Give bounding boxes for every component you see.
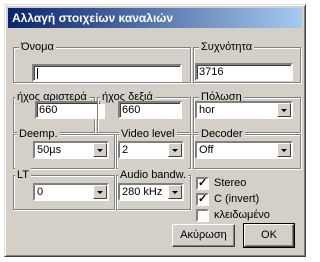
c-invert-checkbox[interactable]: ✓ <box>196 193 209 206</box>
chevron-down-icon <box>172 149 178 152</box>
deemp-select[interactable]: 50µs <box>33 141 109 159</box>
polarization-dropdown-button[interactable] <box>277 103 291 117</box>
chevron-down-icon <box>97 149 103 152</box>
window-title: Αλλαγή στοιχείων καναλιών <box>12 11 174 25</box>
frequency-label: Συχνότητα <box>199 40 255 54</box>
decoder-select[interactable]: Off <box>195 141 293 159</box>
audio-bandw-label: Audio bandw. <box>118 168 189 182</box>
chevron-down-icon <box>281 109 287 112</box>
ok-button[interactable]: OK <box>243 223 295 248</box>
video-level-label: Video level <box>119 127 177 141</box>
deemp-dropdown-button[interactable] <box>93 143 107 157</box>
name-input[interactable] <box>32 64 182 82</box>
lt-value: 0 <box>37 186 44 198</box>
stereo-checkbox[interactable]: ✓ <box>196 177 209 190</box>
decoder-label: Decoder <box>199 127 245 141</box>
decoder-dropdown-button[interactable] <box>277 143 291 157</box>
audio-bandw-dropdown-button[interactable] <box>168 185 182 199</box>
check-icon: ✓ <box>198 193 208 205</box>
lt-select[interactable]: 0 <box>33 183 109 201</box>
check-icon: ✓ <box>198 177 208 189</box>
audio-bandw-select[interactable]: 280 kHz <box>118 183 184 201</box>
text-caret <box>37 68 38 79</box>
chevron-down-icon <box>97 191 103 194</box>
stereo-label: Stereo <box>214 177 247 189</box>
cancel-button[interactable]: Ακύρωση <box>172 224 235 247</box>
lt-dropdown-button[interactable] <box>93 185 107 199</box>
video-level-select[interactable]: 2 <box>118 141 184 159</box>
lt-label: LT <box>15 168 32 182</box>
video-level-dropdown-button[interactable] <box>168 143 182 157</box>
channel-edit-dialog: Αλλαγή στοιχείων καναλιών Όνομα Συχνότητ… <box>4 4 306 257</box>
video-level-value: 2 <box>122 144 129 156</box>
chevron-down-icon <box>281 149 287 152</box>
audio-right-input[interactable]: 660 <box>118 101 182 119</box>
deemp-value: 50µs <box>37 144 62 156</box>
polarization-select[interactable]: hor <box>195 101 293 119</box>
audio-left-input[interactable]: 660 <box>35 101 105 119</box>
locked-label: κλειδωμένο <box>214 209 270 221</box>
name-label: Όνομα <box>19 40 56 54</box>
audio-bandw-value: 280 kHz <box>122 186 163 198</box>
chevron-down-icon <box>172 191 178 194</box>
deemp-label: Deemp. <box>17 127 60 141</box>
decoder-value: Off <box>199 144 214 156</box>
frequency-input[interactable]: 3716 <box>195 63 293 81</box>
c-invert-label: C (invert) <box>214 193 260 205</box>
locked-checkbox[interactable] <box>196 209 209 222</box>
polarization-value: hor <box>199 104 215 116</box>
title-bar[interactable]: Αλλαγή στοιχείων καναλιών <box>8 8 302 28</box>
